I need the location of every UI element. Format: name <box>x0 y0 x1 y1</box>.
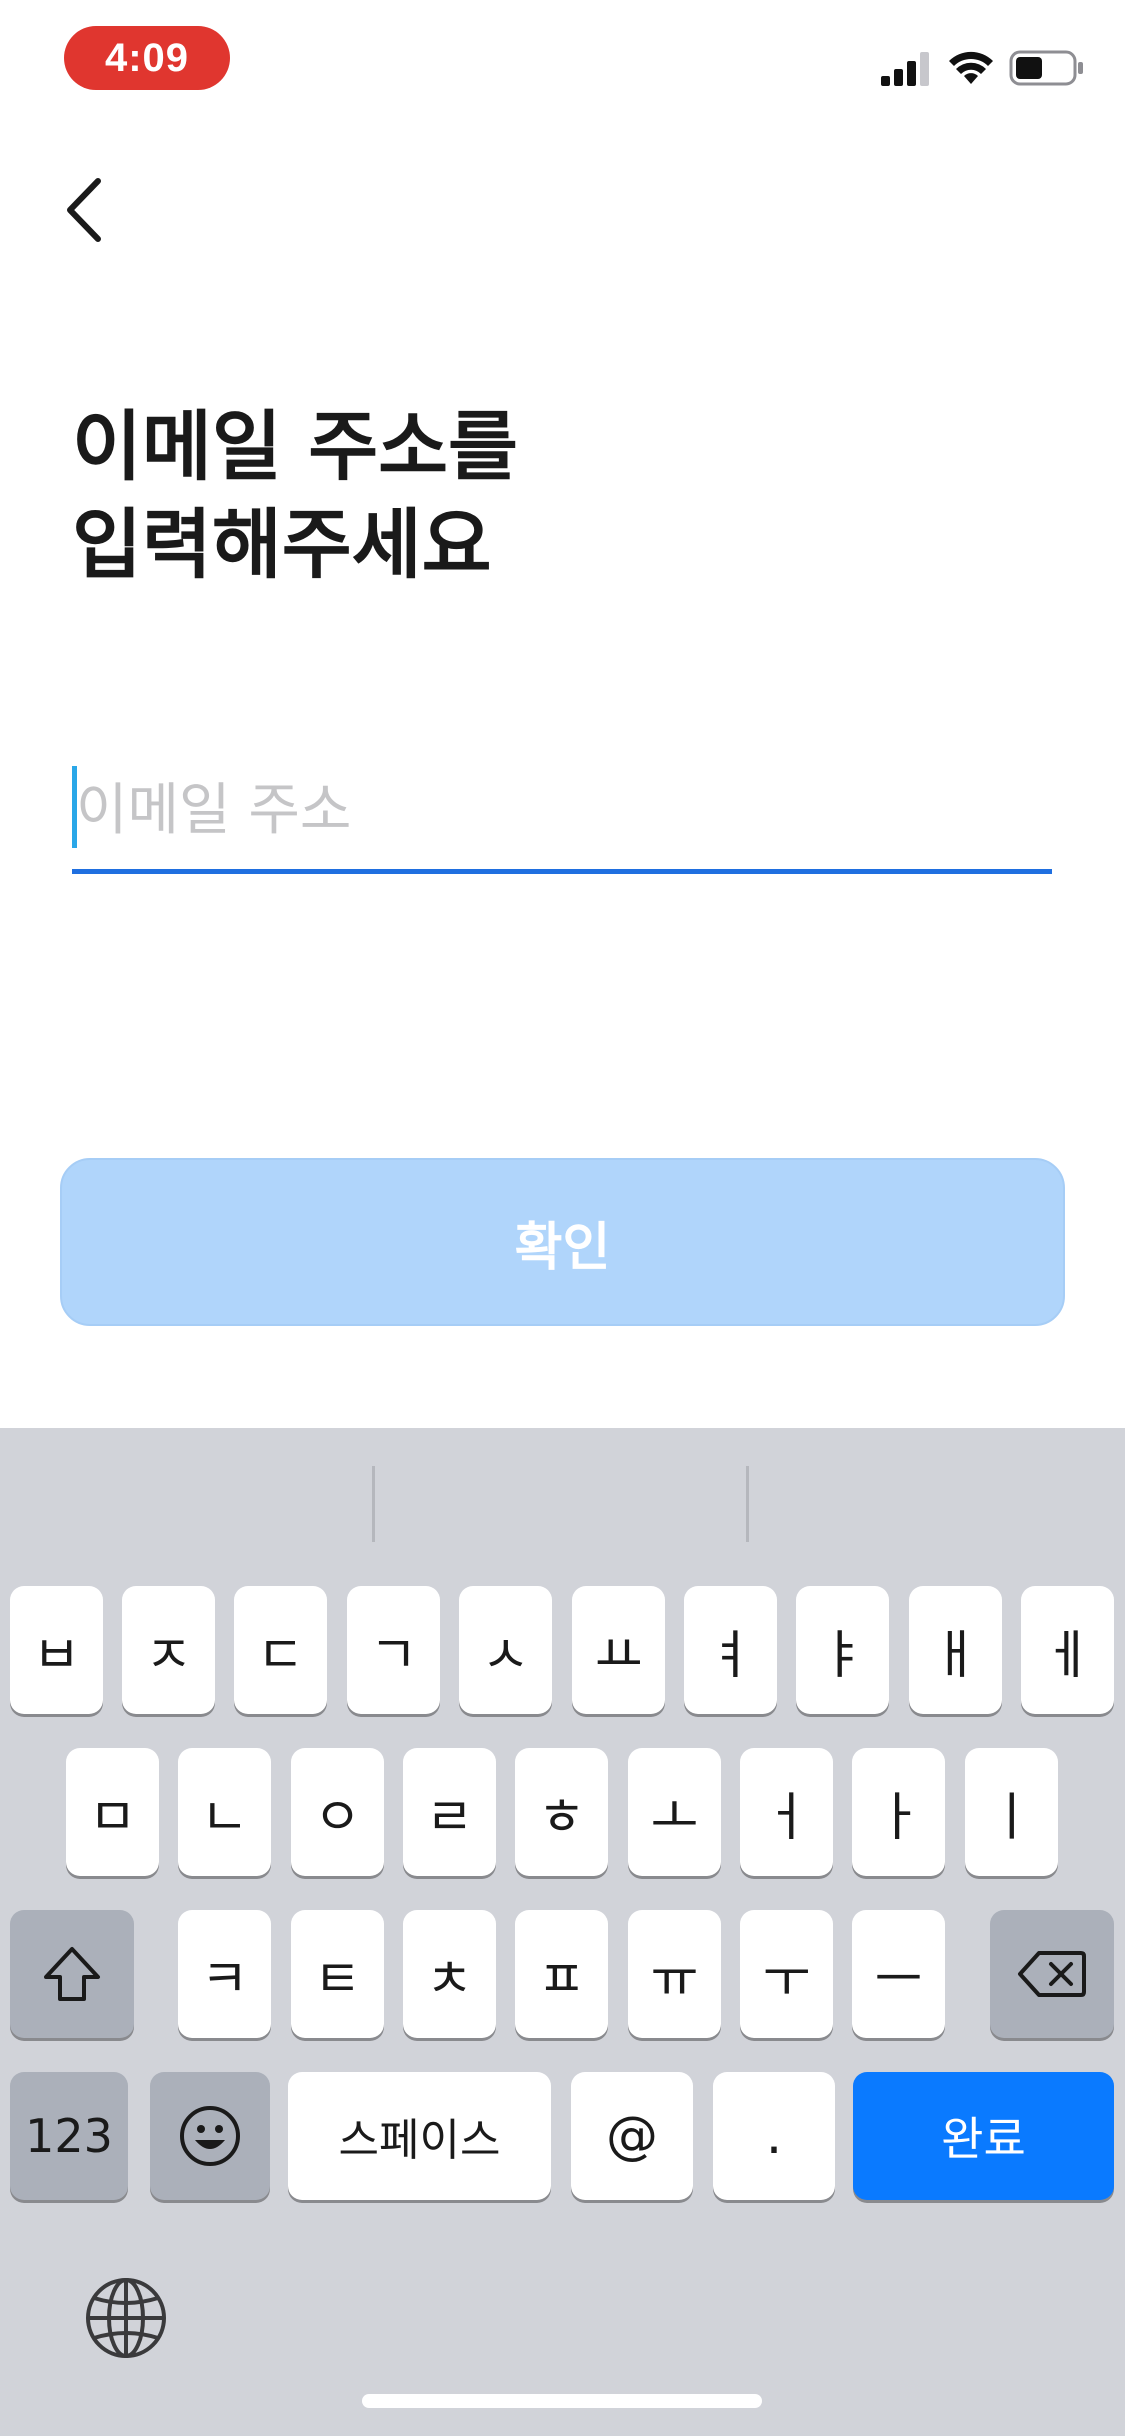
shift-icon <box>44 1947 100 2001</box>
key-a[interactable]: ㅏ <box>852 1748 945 1876</box>
email-field[interactable] <box>72 760 1052 874</box>
battery-icon <box>1009 50 1083 86</box>
key-s[interactable]: ㅅ <box>459 1586 552 1714</box>
status-time: 4:09 <box>64 26 230 90</box>
key-ya[interactable]: ㅑ <box>796 1586 889 1714</box>
home-indicator <box>362 2394 762 2408</box>
wifi-icon <box>949 51 993 84</box>
key-h[interactable]: ㅎ <box>515 1748 608 1876</box>
key-yeo[interactable]: ㅕ <box>684 1586 777 1714</box>
back-button[interactable] <box>60 170 130 250</box>
key-u[interactable]: ㅜ <box>740 1910 833 2038</box>
key-yo[interactable]: ㅛ <box>572 1586 665 1714</box>
confirm-button-label: 확인 <box>514 1217 611 1278</box>
key-o[interactable]: ㅗ <box>628 1748 721 1876</box>
key-ch[interactable]: ㅊ <box>403 1910 496 2038</box>
email-input[interactable] <box>72 760 1052 860</box>
shift-key[interactable] <box>10 1910 134 2038</box>
delete-icon <box>1018 1951 1086 1997</box>
key-eu[interactable]: ㅡ <box>852 1910 945 2038</box>
key-yu[interactable]: ㅠ <box>628 1910 721 2038</box>
delete-key[interactable] <box>990 1910 1114 2038</box>
keyboard: ㅂ ㅈ ㄷ ㄱ ㅅ ㅛ ㅕ ㅑ ㅐ ㅔ ㅁ ㄴ ㅇ ㄹ ㅎ ㅗ ㅓ ㅏ ㅣ ㅋ … <box>0 1428 1125 2436</box>
key-b[interactable]: ㅂ <box>10 1586 103 1714</box>
key-n[interactable]: ㄴ <box>178 1748 271 1876</box>
key-p[interactable]: ㅍ <box>515 1910 608 2038</box>
chevron-left-icon <box>67 178 101 242</box>
key-i[interactable]: ㅣ <box>965 1748 1058 1876</box>
key-r[interactable]: ㄹ <box>403 1748 496 1876</box>
key-ae[interactable]: ㅐ <box>909 1586 1002 1714</box>
key-k[interactable]: ㅋ <box>178 1910 271 2038</box>
suggestion-divider <box>746 1466 749 1542</box>
emoji-icon <box>180 2106 240 2166</box>
dot-key[interactable]: . <box>713 2072 835 2200</box>
suggestion-divider <box>372 1466 375 1542</box>
key-eo[interactable]: ㅓ <box>740 1748 833 1876</box>
key-m[interactable]: ㅁ <box>66 1748 159 1876</box>
key-t[interactable]: ㅌ <box>291 1910 384 2038</box>
signal-icon <box>881 52 929 86</box>
key-d[interactable]: ㄷ <box>234 1586 327 1714</box>
key-ng[interactable]: ㅇ <box>291 1748 384 1876</box>
space-key[interactable]: 스페이스 <box>288 2072 551 2200</box>
page-title: 이메일 주소를 입력해주세요 <box>72 398 518 594</box>
done-key[interactable]: 완료 <box>853 2072 1114 2200</box>
at-key[interactable]: @ <box>571 2072 693 2200</box>
confirm-button[interactable]: 확인 <box>60 1158 1065 1326</box>
page-title-line2: 입력해주세요 <box>72 500 492 589</box>
page-title-line1: 이메일 주소를 <box>72 402 518 491</box>
globe-icon <box>86 2278 166 2358</box>
numbers-key[interactable]: 123 <box>10 2072 128 2200</box>
emoji-key[interactable] <box>150 2072 270 2200</box>
globe-button[interactable] <box>84 2276 168 2360</box>
status-icons <box>881 48 1085 88</box>
key-e[interactable]: ㅔ <box>1021 1586 1114 1714</box>
key-g[interactable]: ㄱ <box>347 1586 440 1714</box>
key-j[interactable]: ㅈ <box>122 1586 215 1714</box>
